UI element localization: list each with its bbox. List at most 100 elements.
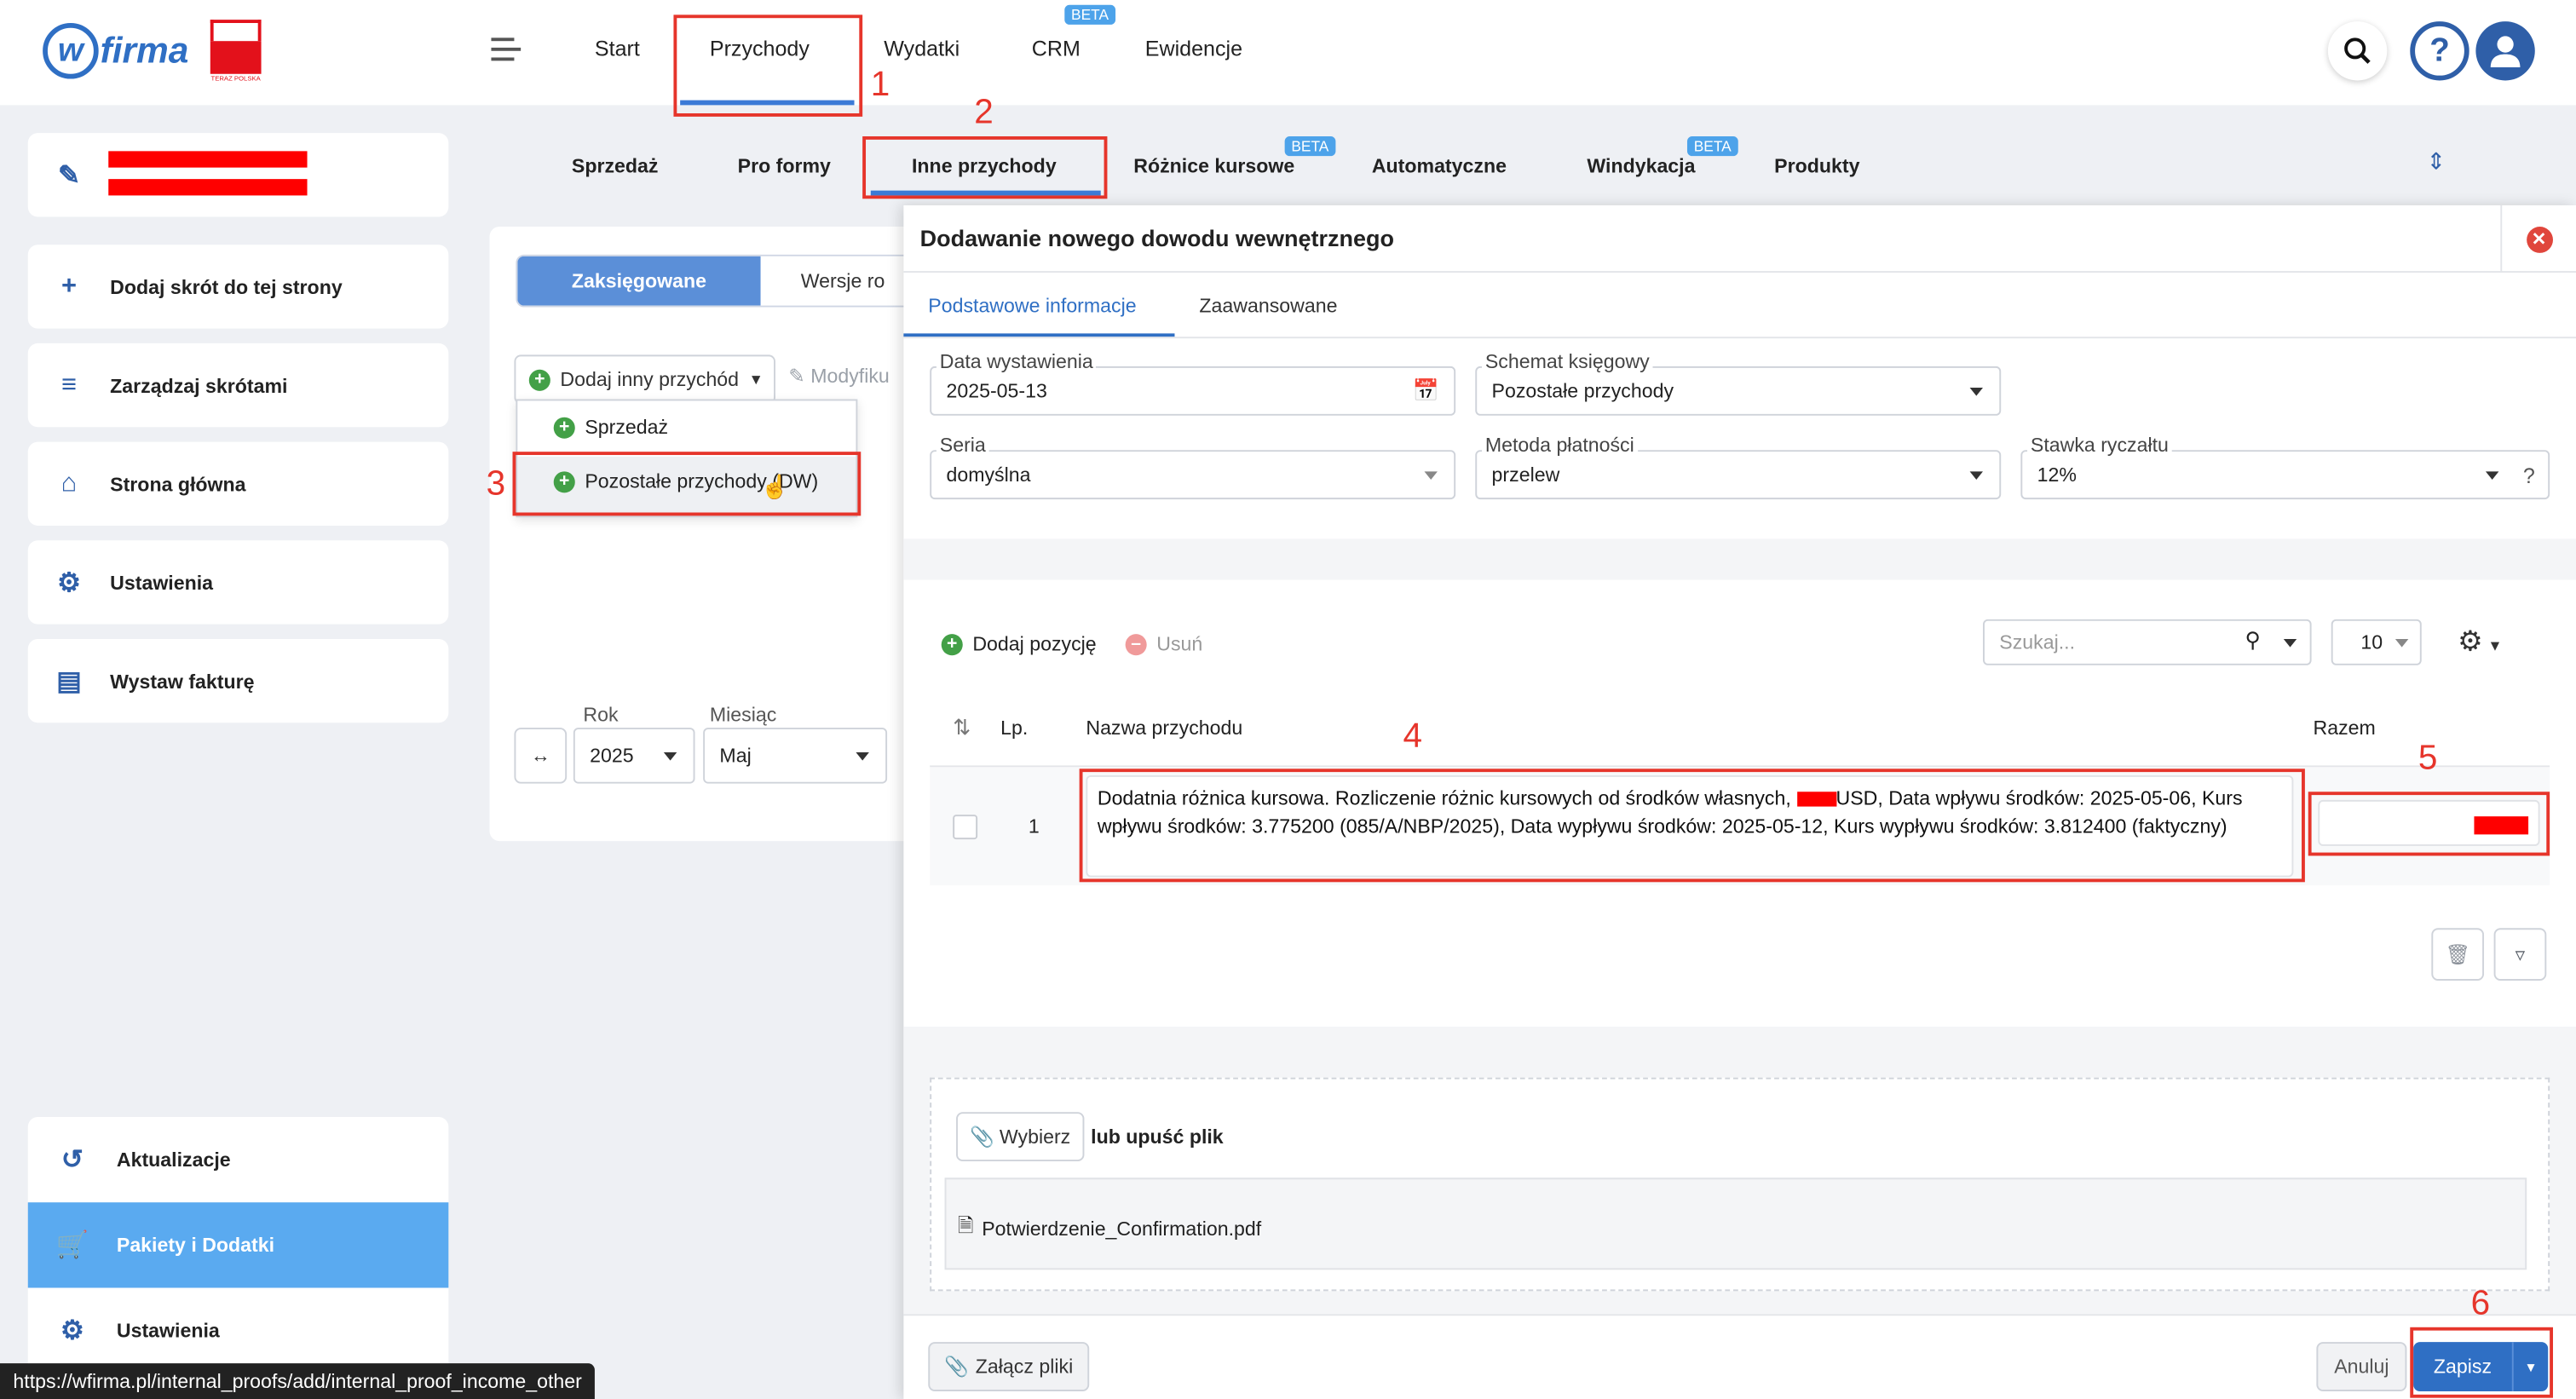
tab-basic-info[interactable]: Podstawowe informacje: [928, 294, 1136, 317]
sidebar-updates[interactable]: ↺ Aktualizacje: [27, 1116, 449, 1203]
dropdown-sprzedaz[interactable]: + Sprzedaż: [553, 415, 669, 439]
attach-files-button[interactable]: 📎 Załącz pliki: [928, 1342, 1090, 1391]
nav-crm[interactable]: CRM: [1032, 36, 1081, 60]
add-position-label: Dodaj pozycję: [972, 632, 1097, 656]
col-total: Razem: [2313, 716, 2376, 740]
row-checkbox[interactable]: [953, 815, 978, 840]
status-bar-url: https://wfirma.pl/internal_proofs/add/in…: [0, 1363, 596, 1399]
payment-select[interactable]: przelew: [1475, 450, 2002, 500]
dropdown-sprzedaz-label: Sprzedaż: [585, 415, 669, 439]
cancel-button[interactable]: Anuluj: [2316, 1342, 2407, 1391]
subnav-sprzedaz[interactable]: Sprzedaż: [572, 154, 659, 177]
modify-label: Modyfiku: [810, 365, 890, 388]
redacted-company-name: [108, 151, 308, 197]
help-question-icon[interactable]: ?: [2523, 463, 2535, 488]
shortcut-add[interactable]: + Dodaj skrót do tej strony: [27, 245, 449, 329]
sliders-icon: ≡: [61, 370, 77, 399]
choose-file-button[interactable]: 📎 Wybierz: [956, 1112, 1085, 1162]
shortcut-add-label: Dodaj skrót do tej strony: [110, 274, 343, 298]
rate-value: 12%: [2037, 463, 2077, 486]
tab-zaksiegowane[interactable]: Zaksięgowane: [517, 256, 761, 306]
file-item[interactable]: 🗎 Potwierdzenie_Confirmation.pdf: [958, 1211, 1261, 1245]
search-icon[interactable]: ⚲: [2245, 627, 2260, 653]
rok-select[interactable]: 2025: [573, 728, 695, 784]
modify-button[interactable]: ✎ Modyfiku: [788, 365, 889, 388]
series-select[interactable]: domyślna: [930, 450, 1456, 500]
nav-wydatki[interactable]: Wydatki: [884, 36, 960, 60]
paperclip-icon: 📎: [944, 1355, 970, 1379]
reorder-icon[interactable]: ⇅: [953, 715, 971, 741]
menu-toggle-icon[interactable]: [491, 37, 522, 67]
tab-wersje[interactable]: Wersje ro: [760, 256, 925, 306]
tabs-divider: [903, 337, 2576, 339]
sidebar-settings[interactable]: ⚙ Ustawienia: [27, 1287, 449, 1373]
shortcut-invoice[interactable]: ▤ Wystaw fakturę: [27, 638, 449, 723]
page-size-value: 10: [2360, 630, 2383, 654]
separator-band: [903, 538, 2576, 580]
annotation-box-5: [2308, 792, 2550, 856]
shortcut-home[interactable]: ⌂ Strona główna: [27, 441, 449, 526]
windykacja-beta-badge: BETA: [1686, 136, 1738, 157]
sidebar-settings-label: Ustawienia: [116, 1319, 220, 1343]
calendar-icon[interactable]: 📅: [1413, 377, 1439, 404]
app-root: w firma TERAZ POLSKA Start Przychody Wyd…: [0, 0, 2576, 1399]
schema-value: Pozostałe przychody: [1491, 379, 1674, 403]
subnav-pro-formy[interactable]: Pro formy: [738, 154, 831, 177]
schema-select[interactable]: Pozostałe przychody: [1475, 366, 2002, 416]
miesiac-select[interactable]: Maj: [703, 728, 888, 784]
trash-icon[interactable]: 🗑: [2431, 928, 2485, 981]
logo-text: firma: [100, 29, 189, 71]
date-input[interactable]: 2025-05-13 📅: [930, 366, 1456, 416]
annotation-3: 3: [486, 464, 506, 503]
cancel-label: Anuluj: [2334, 1355, 2389, 1379]
payment-label: Metoda płatności: [1481, 433, 1638, 457]
annotation-5: 5: [2418, 739, 2438, 777]
collapse-icon[interactable]: ⇕: [2427, 148, 2446, 176]
choose-label: Wybierz: [999, 1125, 1071, 1149]
paperclip-icon: 📎: [970, 1125, 995, 1149]
settings-gears-icon[interactable]: ⚙ ▼: [2458, 626, 2502, 659]
subnav-produkty[interactable]: Produkty: [1774, 154, 1859, 177]
shortcut-home-label: Strona główna: [110, 472, 246, 496]
search-input[interactable]: Szukaj... ⚲: [1983, 619, 2312, 665]
internal-proof-modal: Dodawanie nowego dowodu wewnętrznego ✕ P…: [903, 204, 2576, 1399]
schema-label: Schemat księgowy: [1481, 349, 1653, 373]
rok-label: Rok: [583, 703, 619, 727]
range-toggle-icon[interactable]: ↔: [514, 728, 568, 784]
plus-circle-icon: +: [941, 633, 963, 655]
shortcut-manage[interactable]: ≡ Zarządzaj skrótami: [27, 343, 449, 428]
sidebar-packages[interactable]: 🛒 Pakiety i Dodatki: [27, 1202, 449, 1288]
subnav-windykacja[interactable]: Windykacja: [1587, 154, 1695, 177]
annotation-box-6: [2410, 1327, 2554, 1398]
shortcut-settings-label: Ustawienia: [110, 570, 214, 594]
help-icon[interactable]: ?: [2410, 21, 2469, 81]
subnav-automatyczne[interactable]: Automatyczne: [1372, 154, 1507, 177]
series-label: Seria: [936, 433, 989, 457]
remove-button[interactable]: – Usuń: [1125, 632, 1202, 655]
nav-start[interactable]: Start: [595, 36, 640, 60]
wfirma-logo[interactable]: w firma: [43, 22, 189, 79]
nav-ewidencje[interactable]: Ewidencje: [1145, 36, 1242, 60]
add-other-income-button[interactable]: + Dodaj inny przychód ▼: [514, 354, 775, 405]
add-position-button[interactable]: + Dodaj pozycję: [941, 632, 1097, 656]
user-avatar-icon[interactable]: [2475, 21, 2535, 81]
shortcut-invoice-label: Wystaw fakturę: [110, 669, 255, 693]
page-size-select[interactable]: 10: [2331, 619, 2422, 665]
plus-circle-icon: +: [528, 368, 550, 390]
gear-icon: ⚙: [61, 1317, 84, 1345]
search-icon[interactable]: [2327, 21, 2388, 81]
close-button[interactable]: ✕: [2500, 204, 2576, 273]
minus-circle-icon: –: [1125, 633, 1147, 655]
annotation-2: 2: [974, 93, 994, 132]
tab-advanced[interactable]: Zaawansowane: [1199, 294, 1337, 317]
filter-icon[interactable]: ▿: [2493, 928, 2547, 981]
rate-select[interactable]: 12%?: [2020, 450, 2550, 500]
rok-value: 2025: [590, 744, 634, 768]
teraz-polska-logo: TERAZ POLSKA: [210, 20, 262, 82]
user-card[interactable]: ✎: [27, 133, 449, 217]
invoice-icon: ▤: [56, 667, 82, 696]
subnav-roznice-kursowe[interactable]: Różnice kursowe: [1133, 154, 1294, 177]
shortcut-settings[interactable]: ⚙ Ustawienia: [27, 540, 449, 625]
miesiac-value: Maj: [719, 744, 752, 768]
roznice-beta-badge: BETA: [1284, 136, 1336, 157]
